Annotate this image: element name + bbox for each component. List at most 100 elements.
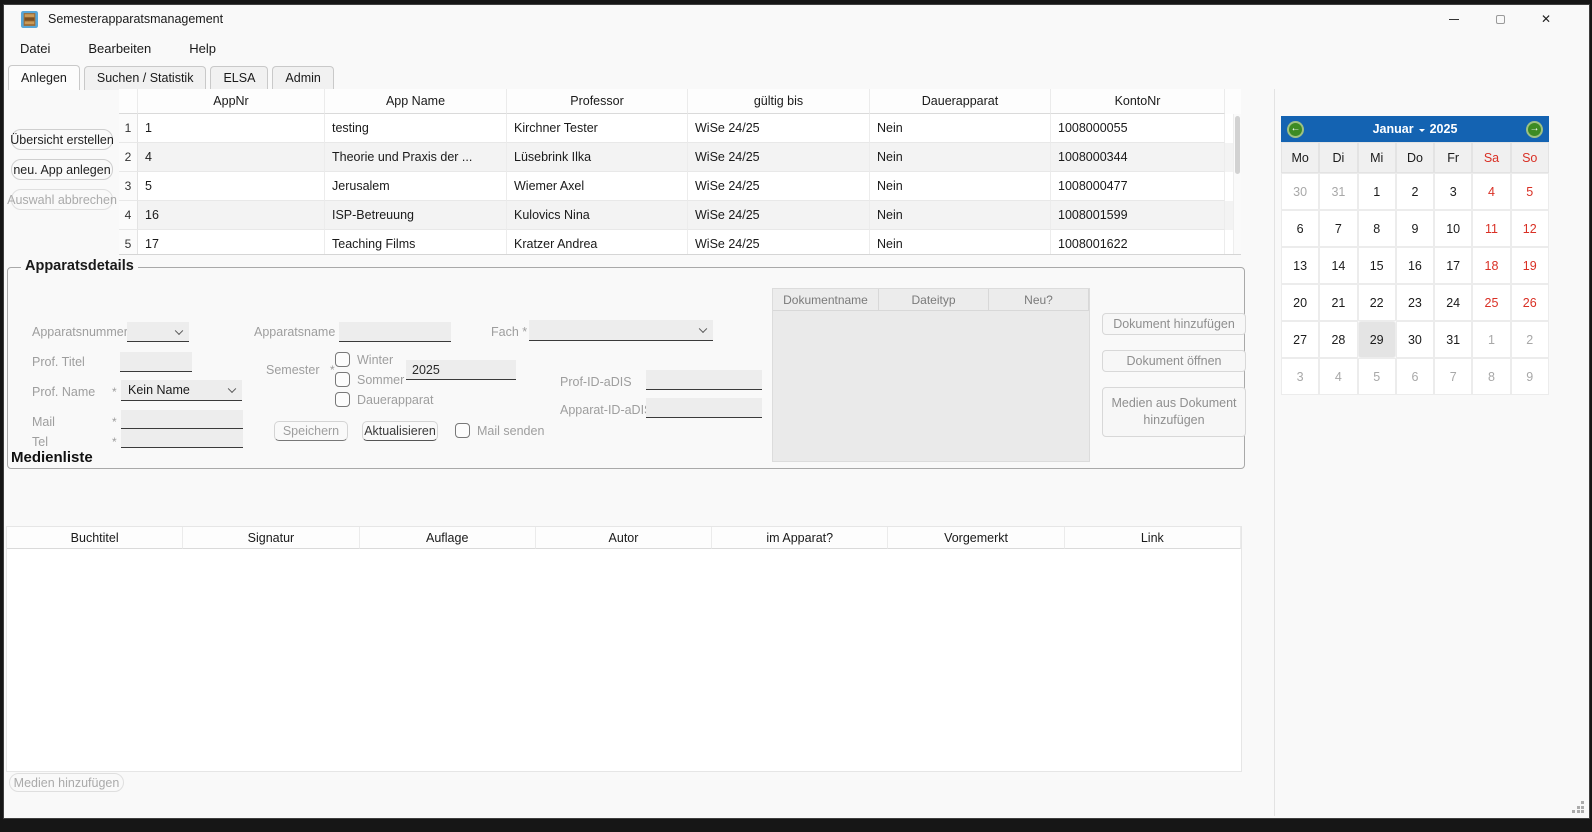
prof-name-combo[interactable]: Kein Name <box>121 380 242 401</box>
calendar-date-cell[interactable]: 1 <box>1472 321 1510 358</box>
apps-table-row[interactable]: 11testingKirchner TesterWiSe 24/25Nein10… <box>119 114 1241 143</box>
minimize-button[interactable] <box>1431 5 1477 33</box>
calendar-date-cell[interactable]: 15 <box>1358 247 1396 284</box>
column-header-kontonr[interactable]: KontoNr <box>1051 89 1225 114</box>
medien-column-header-auflage[interactable]: Auflage <box>360 527 536 549</box>
winter-checkbox[interactable] <box>335 352 350 367</box>
dauerapparat-checkbox[interactable] <box>335 392 350 407</box>
mail-senden-checkbox[interactable] <box>455 423 470 438</box>
calendar-date-cell[interactable]: 1 <box>1358 173 1396 210</box>
close-button[interactable]: ✕ <box>1523 5 1569 33</box>
tab-elsa[interactable]: ELSA <box>210 66 268 90</box>
medien-column-header-signatur[interactable]: Signatur <box>183 527 359 549</box>
doc-column-header-dokumentname[interactable]: Dokumentname <box>773 289 879 311</box>
calendar-date-cell[interactable]: 11 <box>1472 210 1510 247</box>
fach-combo[interactable] <box>529 320 713 341</box>
calendar-date-cell[interactable]: 6 <box>1281 210 1319 247</box>
prof-titel-input[interactable] <box>120 352 192 372</box>
semester-year-input[interactable] <box>406 360 516 380</box>
apps-table-row[interactable]: 517Teaching FilmsKratzer AndreaWiSe 24/2… <box>119 230 1241 255</box>
medien-column-header-vorgemerkt[interactable]: Vorgemerkt <box>888 527 1064 549</box>
calendar-date-cell[interactable]: 8 <box>1472 358 1510 395</box>
calendar-date-cell[interactable]: 17 <box>1434 247 1472 284</box>
calendar-date-cell[interactable]: 9 <box>1511 358 1549 395</box>
calendar-date-cell[interactable]: 19 <box>1511 247 1549 284</box>
prof-id-adis-input[interactable] <box>646 370 762 390</box>
mail-input[interactable] <box>121 410 243 429</box>
column-header-dauerapparat[interactable]: Dauerapparat <box>870 89 1051 114</box>
medien-column-header-im-apparat[interactable]: im Apparat? <box>712 527 888 549</box>
calendar-date-cell[interactable]: 29 <box>1358 321 1396 358</box>
calendar-date-cell[interactable]: 26 <box>1511 284 1549 321</box>
calendar-prev-button[interactable]: ← <box>1287 121 1304 138</box>
column-header-appnr[interactable]: AppNr <box>138 89 325 114</box>
column-header-professor[interactable]: Professor <box>507 89 688 114</box>
doc-button-dokument-öffnen[interactable]: Dokument öffnen <box>1102 350 1246 372</box>
sommer-checkbox[interactable] <box>335 372 350 387</box>
apps-table-row[interactable]: 35JerusalemWiemer AxelWiSe 24/25Nein1008… <box>119 172 1241 201</box>
calendar-date-cell[interactable]: 8 <box>1358 210 1396 247</box>
calendar-date-cell[interactable]: 3 <box>1434 173 1472 210</box>
calendar-next-button[interactable]: → <box>1526 121 1543 138</box>
calendar-date-cell[interactable]: 21 <box>1319 284 1357 321</box>
apparatsname-input[interactable] <box>339 322 451 342</box>
calendar-date-cell[interactable]: 31 <box>1319 173 1357 210</box>
sidebar-button-neu-app-anlegen[interactable]: neu. App anlegen <box>11 159 113 180</box>
calendar-date-cell[interactable]: 5 <box>1511 173 1549 210</box>
medien-column-header-autor[interactable]: Autor <box>536 527 712 549</box>
menu-item-bearbeiten[interactable]: Bearbeiten <box>78 36 161 61</box>
doc-column-header-neu[interactable]: Neu? <box>989 289 1089 311</box>
calendar-date-cell[interactable]: 12 <box>1511 210 1549 247</box>
calendar-date-cell[interactable]: 9 <box>1396 210 1434 247</box>
scrollbar-thumb[interactable] <box>1235 116 1240 174</box>
doc-button-dokument-hinzufügen[interactable]: Dokument hinzufügen <box>1102 313 1246 335</box>
sidebar-button-auswahl-abbrechen[interactable]: Auswahl abbrechen <box>11 189 113 210</box>
calendar-month-year[interactable]: Januar 2025 <box>1373 122 1458 136</box>
column-header-app-name[interactable]: App Name <box>325 89 507 114</box>
maximize-button[interactable] <box>1477 5 1523 33</box>
calendar-date-cell[interactable]: 18 <box>1472 247 1510 284</box>
titlebar[interactable]: Semesterapparatsmanagement ✕ <box>4 5 1589 33</box>
menu-item-help[interactable]: Help <box>179 36 226 61</box>
calendar-date-cell[interactable]: 2 <box>1396 173 1434 210</box>
menu-item-datei[interactable]: Datei <box>10 36 60 61</box>
calendar-date-cell[interactable]: 30 <box>1396 321 1434 358</box>
apps-table-row[interactable]: 416ISP-BetreuungKulovics NinaWiSe 24/25N… <box>119 201 1241 230</box>
calendar-date-cell[interactable]: 3 <box>1281 358 1319 395</box>
resize-grip[interactable] <box>1572 801 1584 813</box>
tab-anlegen[interactable]: Anlegen <box>8 65 80 90</box>
tab-admin[interactable]: Admin <box>272 66 333 90</box>
calendar-date-cell[interactable]: 27 <box>1281 321 1319 358</box>
calendar-date-cell[interactable]: 13 <box>1281 247 1319 284</box>
apps-table-scrollbar[interactable] <box>1233 114 1241 254</box>
calendar-date-cell[interactable]: 6 <box>1396 358 1434 395</box>
calendar-date-cell[interactable]: 22 <box>1358 284 1396 321</box>
calendar-date-cell[interactable]: 10 <box>1434 210 1472 247</box>
tel-input[interactable] <box>121 429 243 448</box>
apps-table-row[interactable]: 24Theorie und Praxis der ...Lüsebrink Il… <box>119 143 1241 172</box>
doc-button-medien-aus-dokument-hinzufügen[interactable]: Medien aus Dokument hinzufügen <box>1102 387 1246 437</box>
calendar-date-cell[interactable]: 25 <box>1472 284 1510 321</box>
calendar-date-cell[interactable]: 14 <box>1319 247 1357 284</box>
calendar-date-cell[interactable]: 7 <box>1434 358 1472 395</box>
calendar-date-cell[interactable]: 2 <box>1511 321 1549 358</box>
column-header-gültig-bis[interactable]: gültig bis <box>688 89 870 114</box>
speichern-button[interactable]: Speichern <box>274 421 348 441</box>
aktualisieren-button[interactable]: Aktualisieren <box>362 421 438 441</box>
calendar-date-cell[interactable]: 16 <box>1396 247 1434 284</box>
calendar-date-cell[interactable]: 30 <box>1281 173 1319 210</box>
calendar-date-cell[interactable]: 4 <box>1472 173 1510 210</box>
calendar-date-cell[interactable]: 24 <box>1434 284 1472 321</box>
calendar-date-cell[interactable]: 28 <box>1319 321 1357 358</box>
calendar-date-cell[interactable]: 31 <box>1434 321 1472 358</box>
apparatsnummer-combo[interactable] <box>127 322 189 342</box>
sidebar-button-übersicht-erstellen[interactable]: Übersicht erstellen <box>11 129 113 150</box>
tab-suchen-statistik[interactable]: Suchen / Statistik <box>84 66 207 90</box>
calendar-date-cell[interactable]: 5 <box>1358 358 1396 395</box>
calendar-date-cell[interactable]: 23 <box>1396 284 1434 321</box>
medien-hinzufuegen-button[interactable]: Medien hinzufügen <box>9 773 124 792</box>
calendar-date-cell[interactable]: 20 <box>1281 284 1319 321</box>
calendar-date-cell[interactable]: 4 <box>1319 358 1357 395</box>
calendar-date-cell[interactable]: 7 <box>1319 210 1357 247</box>
medien-column-header-link[interactable]: Link <box>1065 527 1241 549</box>
